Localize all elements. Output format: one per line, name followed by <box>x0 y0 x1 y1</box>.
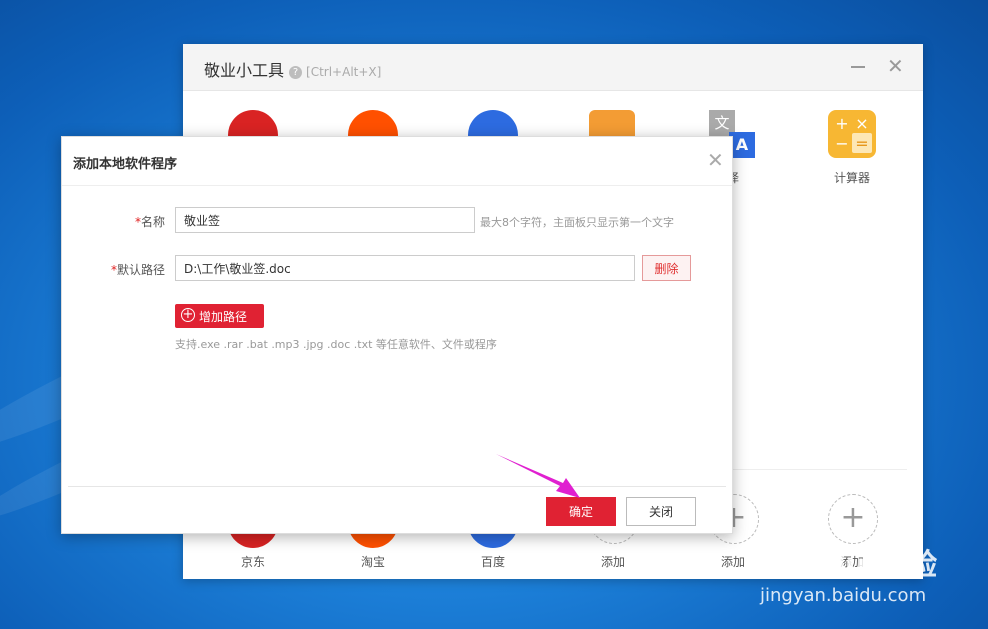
delete-path-button[interactable]: 删除 <box>642 255 691 281</box>
minimize-icon[interactable] <box>851 56 867 76</box>
name-field-label: *名称 <box>75 213 165 230</box>
name-input[interactable] <box>175 207 475 233</box>
baidu-watermark: Bai du 经验 <box>760 548 938 583</box>
path-field-label: *默认路径 <box>75 261 165 278</box>
arrow-shape <box>496 454 580 498</box>
footer-divider <box>68 486 726 487</box>
name-label-text: 名称 <box>140 215 165 229</box>
modal-title: 添加本地软件程序 <box>73 157 178 172</box>
plus-circle-icon: + <box>181 307 195 322</box>
help-icon[interactable]: ? <box>289 66 303 79</box>
taobao-label: 淘宝 <box>360 555 385 569</box>
tool-shortcut: [Ctrl+Alt+X] <box>306 65 382 79</box>
add-slot-icon[interactable]: + <box>828 494 878 544</box>
tool-title-bar-text: 敬业小工具? [Ctrl+Alt+X] <box>204 57 381 81</box>
close-button[interactable]: 关闭 <box>626 497 696 526</box>
add-path-label: 增加路径 <box>199 309 248 324</box>
add-local-software-dialog: 添加本地软件程序 ✕ *名称 最大8个字符，主面板只显示第一个文字 *默认路径 … <box>61 136 733 534</box>
calculator-icon[interactable]: + × − = <box>828 110 876 158</box>
calculator-label: 计算器 <box>833 171 870 185</box>
name-hint: 最大8个字符，主面板只显示第一个文字 <box>480 216 674 229</box>
support-hint: 支持.exe .rar .bat .mp3 .jpg .doc .txt 等任意… <box>175 338 497 351</box>
modal-close-icon[interactable]: ✕ <box>707 150 724 170</box>
jd-label: 京东 <box>240 555 265 569</box>
add-path-button[interactable]: + 增加路径 <box>175 304 264 328</box>
tool-title: 敬业小工具 <box>204 61 285 80</box>
add-label: 添加 <box>600 555 625 569</box>
tool-titlebar: 敬业小工具? [Ctrl+Alt+X] ✕ <box>183 44 923 91</box>
window-close-icon[interactable]: ✕ <box>887 56 904 76</box>
path-input[interactable] <box>175 255 635 281</box>
path-label-text: 默认路径 <box>116 263 165 277</box>
modal-header: 添加本地软件程序 ✕ <box>62 137 732 186</box>
watermark-url: jingyan.baidu.com <box>760 585 927 606</box>
baidu-label: 百度 <box>480 555 505 569</box>
annotation-arrow <box>496 454 580 498</box>
